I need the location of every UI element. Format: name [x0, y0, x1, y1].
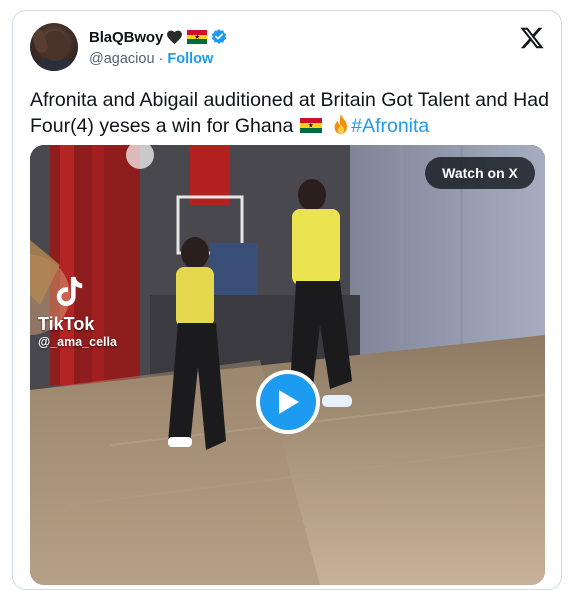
user-handle[interactable]: @agaciou [89, 51, 155, 67]
x-logo-icon[interactable] [519, 25, 545, 51]
follow-button[interactable]: Follow [167, 51, 213, 67]
ghana-flag-icon [299, 118, 322, 133]
tiktok-brand: TikTok [38, 314, 95, 334]
verified-badge-icon [212, 29, 227, 44]
video-player[interactable]: TikTok @_ama_cella Watch on X [30, 145, 545, 585]
black-heart-icon [167, 30, 183, 45]
tweet-text: Afronita and Abigail auditioned at Brita… [30, 87, 550, 139]
watch-on-x-button[interactable]: Watch on X [425, 157, 535, 189]
video-thumbnail [30, 145, 545, 585]
handle-separator: · [158, 51, 164, 67]
ghana-flag-icon [187, 30, 208, 44]
tweet-body: Afronita and Abigail auditioned at Brita… [30, 89, 549, 137]
tiktok-watermark: TikTok @_ama_cella [38, 275, 117, 349]
tweet-card: BlaQBwoy @agaciou · Follow Afronita and … [12, 10, 562, 590]
avatar[interactable] [30, 23, 78, 71]
tiktok-icon [56, 276, 83, 307]
play-icon [279, 390, 299, 414]
hashtag-link[interactable]: #Afronita [351, 115, 429, 137]
display-name[interactable]: BlaQBwoy [89, 29, 163, 46]
fire-icon [334, 113, 348, 135]
tiktok-username: @_ama_cella [38, 335, 117, 349]
user-info: BlaQBwoy @agaciou · Follow [89, 27, 228, 67]
play-button[interactable] [256, 370, 320, 434]
